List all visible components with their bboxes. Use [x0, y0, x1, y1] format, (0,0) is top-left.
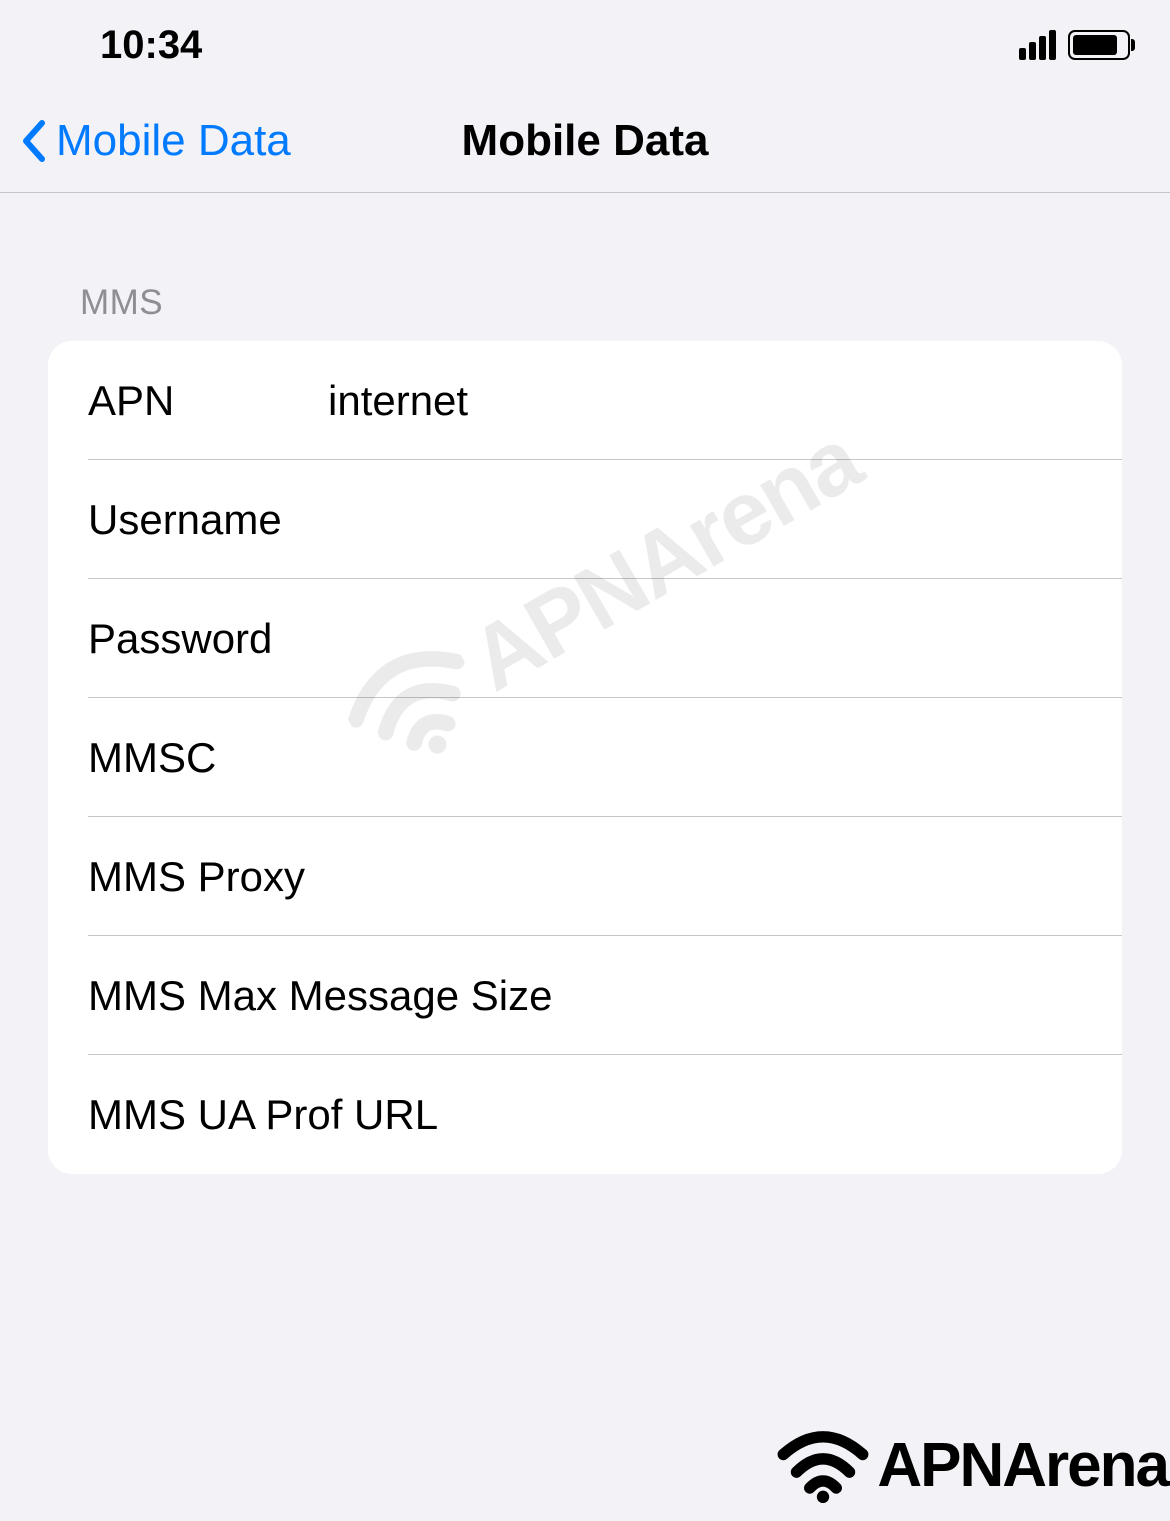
navigation-bar: Mobile Data Mobile Data: [0, 90, 1170, 193]
back-label: Mobile Data: [56, 116, 291, 166]
mms-max-size-label: MMS Max Message Size: [88, 972, 1122, 1020]
apn-row[interactable]: APN: [48, 341, 1122, 460]
status-bar: 10:34: [0, 0, 1170, 90]
username-input[interactable]: [328, 496, 1122, 544]
footer-text: APNArena: [877, 1430, 1168, 1501]
mms-ua-prof-label: MMS UA Prof URL: [88, 1091, 1122, 1139]
username-label: Username: [88, 496, 328, 544]
footer-logo: APNArena: [777, 1428, 1168, 1503]
password-label: Password: [88, 615, 328, 663]
mms-ua-prof-row[interactable]: MMS UA Prof URL: [48, 1055, 1122, 1174]
password-input[interactable]: [328, 615, 1122, 663]
chevron-left-icon: [20, 119, 46, 163]
mmsc-input[interactable]: [328, 734, 1122, 782]
password-row[interactable]: Password: [48, 579, 1122, 698]
apn-input[interactable]: [328, 377, 1122, 425]
mms-proxy-row[interactable]: MMS Proxy: [48, 817, 1122, 936]
section-header-mms: MMS: [80, 283, 1122, 323]
battery-icon: [1068, 30, 1130, 60]
status-indicators: [1019, 30, 1130, 60]
back-button[interactable]: Mobile Data: [0, 116, 291, 166]
apn-label: APN: [88, 377, 328, 425]
mms-max-size-row[interactable]: MMS Max Message Size: [48, 936, 1122, 1055]
mmsc-label: MMSC: [88, 734, 328, 782]
cellular-signal-icon: [1019, 30, 1056, 60]
username-row[interactable]: Username: [48, 460, 1122, 579]
page-title: Mobile Data: [462, 116, 709, 166]
wifi-icon: [777, 1428, 869, 1503]
mms-proxy-label: MMS Proxy: [88, 853, 1122, 901]
status-time: 10:34: [100, 23, 202, 68]
mmsc-row[interactable]: MMSC: [48, 698, 1122, 817]
mms-settings-group: APN Username Password MMSC MMS Proxy MMS…: [48, 341, 1122, 1174]
